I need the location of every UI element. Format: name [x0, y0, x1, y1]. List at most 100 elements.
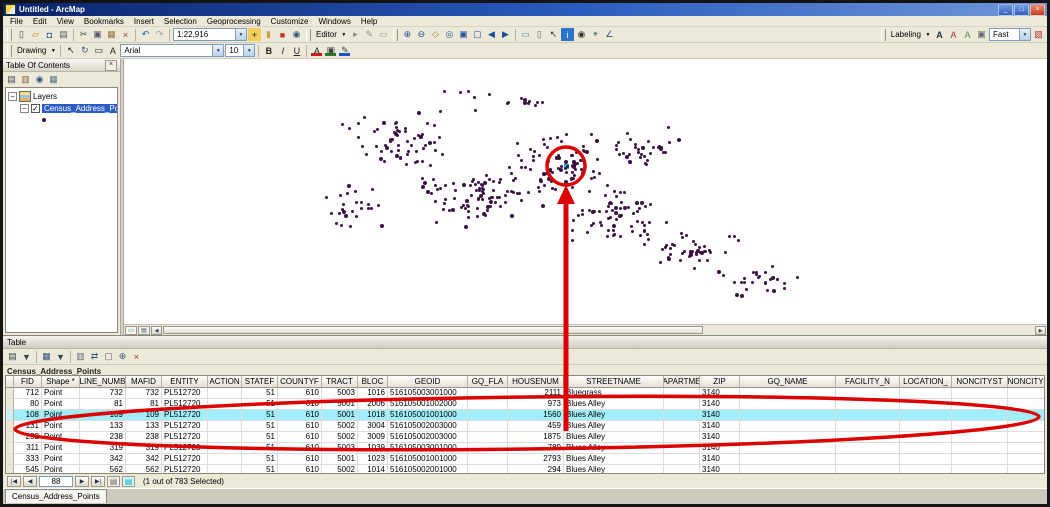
table-cell[interactable] [740, 399, 836, 410]
table-cell[interactable] [208, 443, 242, 454]
map-canvas[interactable] [124, 59, 1047, 324]
menu-item-insert[interactable]: Insert [129, 17, 159, 26]
table-cell[interactable]: Point [42, 388, 80, 399]
scroll-track[interactable] [163, 326, 1034, 335]
column-header-bloc[interactable]: BLOC [358, 376, 388, 388]
table-cell[interactable]: 80 [14, 399, 42, 410]
table-cell[interactable] [836, 421, 900, 432]
table-cell[interactable] [740, 454, 836, 465]
toc-layer-row[interactable]: − ✓ Census_Address_Points [8, 102, 115, 114]
undo-icon[interactable]: ↶ [139, 28, 152, 41]
table-cell[interactable]: Blues Alley [564, 399, 664, 410]
table-cell[interactable]: PL512720 [162, 421, 208, 432]
menu-item-selection[interactable]: Selection [159, 17, 202, 26]
row-selector-header[interactable] [6, 376, 14, 388]
menu-item-file[interactable]: File [5, 17, 28, 26]
table-cell[interactable]: 3140 [700, 432, 740, 443]
lock-labels-icon[interactable]: ▣ [975, 28, 988, 41]
table-cell[interactable]: PL512720 [162, 443, 208, 454]
table-cell[interactable] [1008, 421, 1045, 432]
table-cell[interactable]: 81 [80, 399, 126, 410]
table-cell[interactable]: 238 [80, 432, 126, 443]
table-cell[interactable]: 3140 [700, 410, 740, 421]
menu-item-windows[interactable]: Windows [313, 17, 355, 26]
table-cell[interactable] [952, 421, 1008, 432]
close-icon[interactable]: × [105, 60, 117, 71]
table-cell[interactable]: 3004 [358, 421, 388, 432]
table-row[interactable]: 333Point342342PL512720516105001102351610… [6, 454, 1044, 465]
table-cell[interactable] [664, 388, 700, 399]
delete-selected-icon[interactable]: × [130, 350, 143, 363]
table-cell[interactable]: 610 [278, 454, 322, 465]
table-cell[interactable]: PL512720 [162, 465, 208, 474]
table-cell[interactable]: 131 [14, 421, 42, 432]
table-cell[interactable]: 51 [242, 432, 278, 443]
chevron-down-icon[interactable]: ▼ [212, 45, 223, 56]
table-cell[interactable]: Blues Alley [564, 421, 664, 432]
previous-record-button[interactable]: ◀ [23, 476, 37, 487]
menu-item-customize[interactable]: Customize [266, 17, 314, 26]
table-cell[interactable]: 5003 [322, 388, 358, 399]
fixed-zoom-in-icon[interactable]: ▣ [457, 28, 470, 41]
select-elements-icon[interactable]: ↖ [64, 44, 77, 57]
first-record-button[interactable]: |◀ [7, 476, 21, 487]
column-header-housenum[interactable]: HOUSENUM [508, 376, 564, 388]
table-cell[interactable]: Point [42, 399, 80, 410]
maximize-button[interactable]: □ [1014, 4, 1029, 16]
table-cell[interactable] [468, 454, 508, 465]
row-selector[interactable] [6, 432, 14, 443]
clear-selected-features-icon[interactable]: ▯ [533, 28, 546, 41]
column-header-line-numb[interactable]: LINE_NUMB [80, 376, 126, 388]
forward-extent-icon[interactable]: ▶ [499, 28, 512, 41]
table-cell[interactable] [1008, 432, 1045, 443]
back-extent-icon[interactable]: ◀ [485, 28, 498, 41]
table-cell[interactable] [664, 399, 700, 410]
table-cell[interactable] [664, 454, 700, 465]
rotate-icon[interactable]: ↻ [78, 44, 91, 57]
table-cell[interactable]: 3140 [700, 421, 740, 432]
column-header-entity[interactable]: ENTITY [162, 376, 208, 388]
table-cell[interactable] [836, 432, 900, 443]
table-cell[interactable]: 319 [126, 443, 162, 454]
table-cell[interactable] [836, 388, 900, 399]
table-cell[interactable]: 610 [278, 432, 322, 443]
table-cell[interactable] [952, 432, 1008, 443]
table-cell[interactable]: 5003 [322, 443, 358, 454]
fixed-zoom-out-icon[interactable]: ▢ [471, 28, 484, 41]
table-cell[interactable]: 1875 [508, 432, 564, 443]
table-cell[interactable]: 342 [126, 454, 162, 465]
column-header-streetname[interactable]: STREETNAME [564, 376, 664, 388]
table-cell[interactable] [740, 443, 836, 454]
current-record-input[interactable]: 88 [39, 476, 73, 487]
table-cell[interactable] [952, 410, 1008, 421]
list-by-drawing-order-icon[interactable]: ▤ [5, 73, 18, 86]
switch-selection-icon[interactable]: ⇄ [88, 350, 101, 363]
table-cell[interactable]: 1560 [508, 410, 564, 421]
table-cell[interactable]: 2006 [358, 399, 388, 410]
table-row[interactable]: 712Point732732PL512720516105003101651610… [6, 388, 1044, 399]
table-cell[interactable]: 5001 [322, 410, 358, 421]
table-cell[interactable]: 516105002003000 [388, 421, 468, 432]
table-cell[interactable]: Point [42, 454, 80, 465]
table-cell[interactable] [836, 410, 900, 421]
editor-arrow-icon[interactable]: ▸ [349, 28, 362, 41]
column-header-countyf[interactable]: COUNTYF [278, 376, 322, 388]
row-selector[interactable] [6, 454, 14, 465]
column-header-mafid[interactable]: MAFID [126, 376, 162, 388]
table-cell[interactable]: 610 [278, 410, 322, 421]
table-cell[interactable] [900, 410, 952, 421]
table-cell[interactable] [952, 465, 1008, 474]
zoom-in-icon[interactable]: ⊕ [401, 28, 414, 41]
label-priority-icon[interactable]: A [947, 28, 960, 41]
table-cell[interactable]: Point [42, 443, 80, 454]
table-cell[interactable]: 545 [14, 465, 42, 474]
chevron-down-icon[interactable]: ▼ [235, 29, 246, 40]
table-cell[interactable]: 1018 [358, 410, 388, 421]
scroll-right-icon[interactable]: ▶ [1035, 326, 1046, 335]
collapse-icon[interactable]: − [8, 92, 17, 101]
table-cell[interactable]: 610 [278, 421, 322, 432]
table-cell[interactable] [836, 454, 900, 465]
data-view-button[interactable]: ▭ [125, 326, 137, 335]
table-cell[interactable] [468, 410, 508, 421]
table-cell[interactable]: 3140 [700, 443, 740, 454]
